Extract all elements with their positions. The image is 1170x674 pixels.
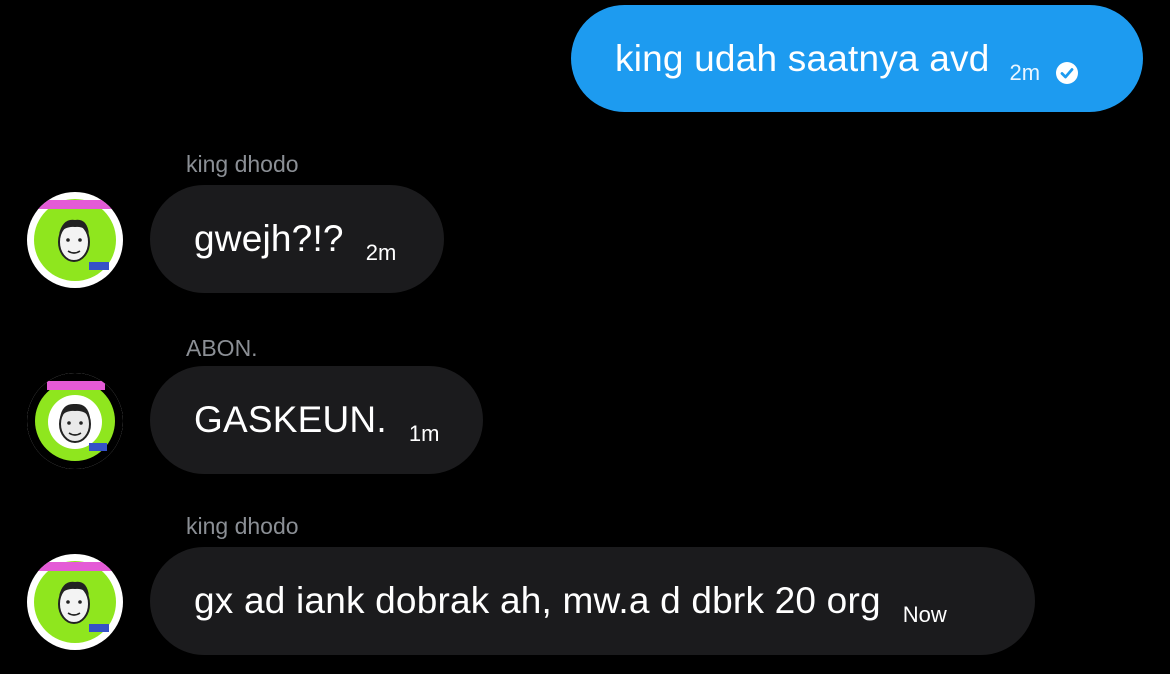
sender-name: ABON.: [186, 335, 258, 361]
message-timestamp: 1m: [408, 421, 440, 446]
incoming-message-bubble[interactable]: gx ad iank dobrak ah, mw.a d dbrk 20 org…: [150, 547, 1035, 655]
incoming-message-bubble[interactable]: GASKEUN. 1m: [150, 366, 483, 474]
message-text: gwejh?!?: [194, 218, 344, 259]
check-circle-icon: [1056, 61, 1079, 84]
avatar-abon[interactable]: [27, 373, 123, 469]
message-text: king udah saatnya avd: [615, 37, 990, 79]
avatar-banner: [47, 381, 105, 390]
avatar-king-dhodo[interactable]: [27, 192, 123, 288]
message-timestamp: 2m: [1009, 59, 1041, 85]
sender-name: king dhodo: [186, 151, 299, 177]
message-timestamp: Now: [902, 602, 947, 627]
message-text: GASKEUN.: [194, 399, 387, 440]
outgoing-message-bubble[interactable]: king udah saatnya avd 2m: [571, 5, 1143, 112]
avatar-banner: [37, 200, 113, 209]
sender-name: king dhodo: [186, 513, 299, 539]
avatar-king-dhodo[interactable]: [27, 554, 123, 650]
avatar-banner: [37, 562, 113, 571]
incoming-message-bubble[interactable]: gwejh?!? 2m: [150, 185, 444, 293]
message-timestamp: 2m: [365, 240, 397, 265]
message-text: gx ad iank dobrak ah, mw.a d dbrk 20 org: [194, 580, 881, 621]
